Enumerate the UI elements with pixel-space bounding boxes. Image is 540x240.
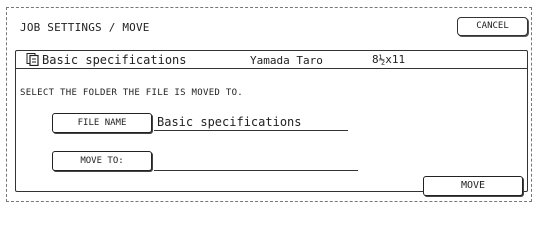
file-owner: Yamada Taro	[250, 54, 323, 67]
cancel-button[interactable]: CANCEL	[457, 17, 528, 36]
move-button[interactable]: MOVE	[423, 176, 523, 196]
file-name-button[interactable]: FILE NAME	[52, 113, 152, 133]
instruction-text: SELECT THE FOLDER THE FILE IS MOVED TO.	[20, 88, 244, 98]
file-info-row: Basic specifications Yamada Taro 8½x11	[16, 51, 527, 69]
move-to-field[interactable]	[154, 155, 358, 171]
move-to-button[interactable]: MOVE TO:	[52, 151, 152, 171]
paper-size: 8½x11	[372, 53, 406, 66]
page-title: JOB SETTINGS / MOVE	[20, 21, 150, 34]
file-title: Basic specifications	[42, 53, 187, 67]
file-name-field[interactable]: Basic specifications	[154, 115, 348, 131]
document-icon	[26, 53, 39, 66]
